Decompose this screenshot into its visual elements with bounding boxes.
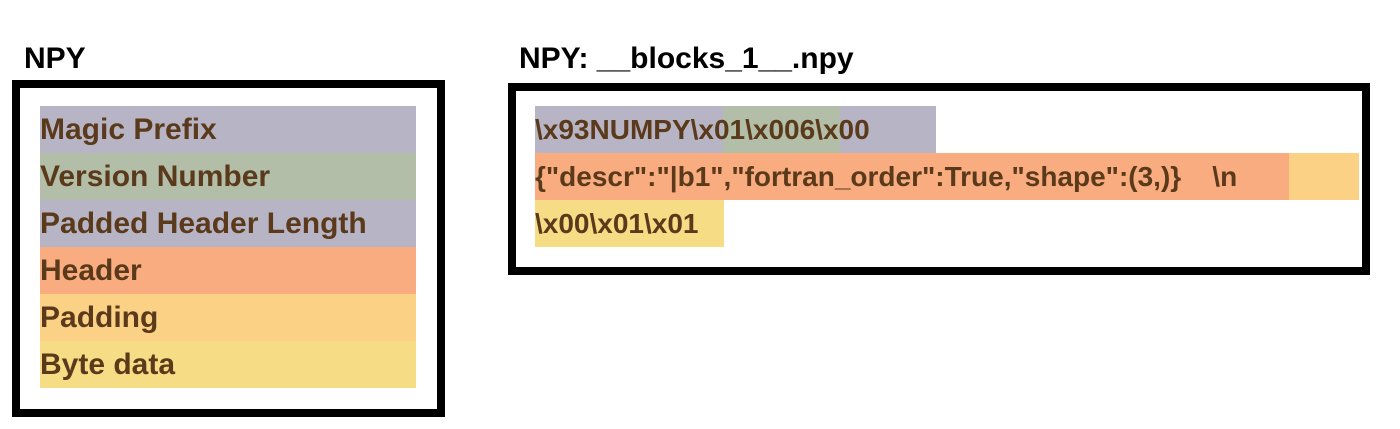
- segment-padding-line2: [1289, 153, 1359, 200]
- legend-item-padding: Padding: [40, 294, 416, 341]
- legend-item-magic-prefix: Magic Prefix: [40, 106, 416, 153]
- legend-item-byte-data: Byte data: [40, 341, 416, 388]
- legend-item-version-number: Version Number: [40, 153, 416, 200]
- npy-example-title: NPY: __blocks_1__.npy: [519, 42, 854, 75]
- bytes-line-3: \x00\x01\x01: [535, 208, 699, 239]
- legend-item-padded-header-length: Padded Header Length: [40, 200, 416, 247]
- bytes-line-1: \x93NUMPY\x01\x006\x00: [535, 114, 870, 145]
- legend-list: Magic Prefix Version Number Padded Heade…: [40, 106, 416, 388]
- npy-structure-legend: Magic Prefix Version Number Padded Heade…: [12, 80, 445, 417]
- npy-example-bytes: \x93NUMPY\x01\x006\x00 {"descr":"|b1","f…: [508, 83, 1370, 275]
- npy-structure-title: NPY: [24, 42, 86, 75]
- legend-item-header: Header: [40, 247, 416, 294]
- bytes-line-2: {"descr":"|b1","fortran_order":True,"sha…: [535, 161, 1238, 192]
